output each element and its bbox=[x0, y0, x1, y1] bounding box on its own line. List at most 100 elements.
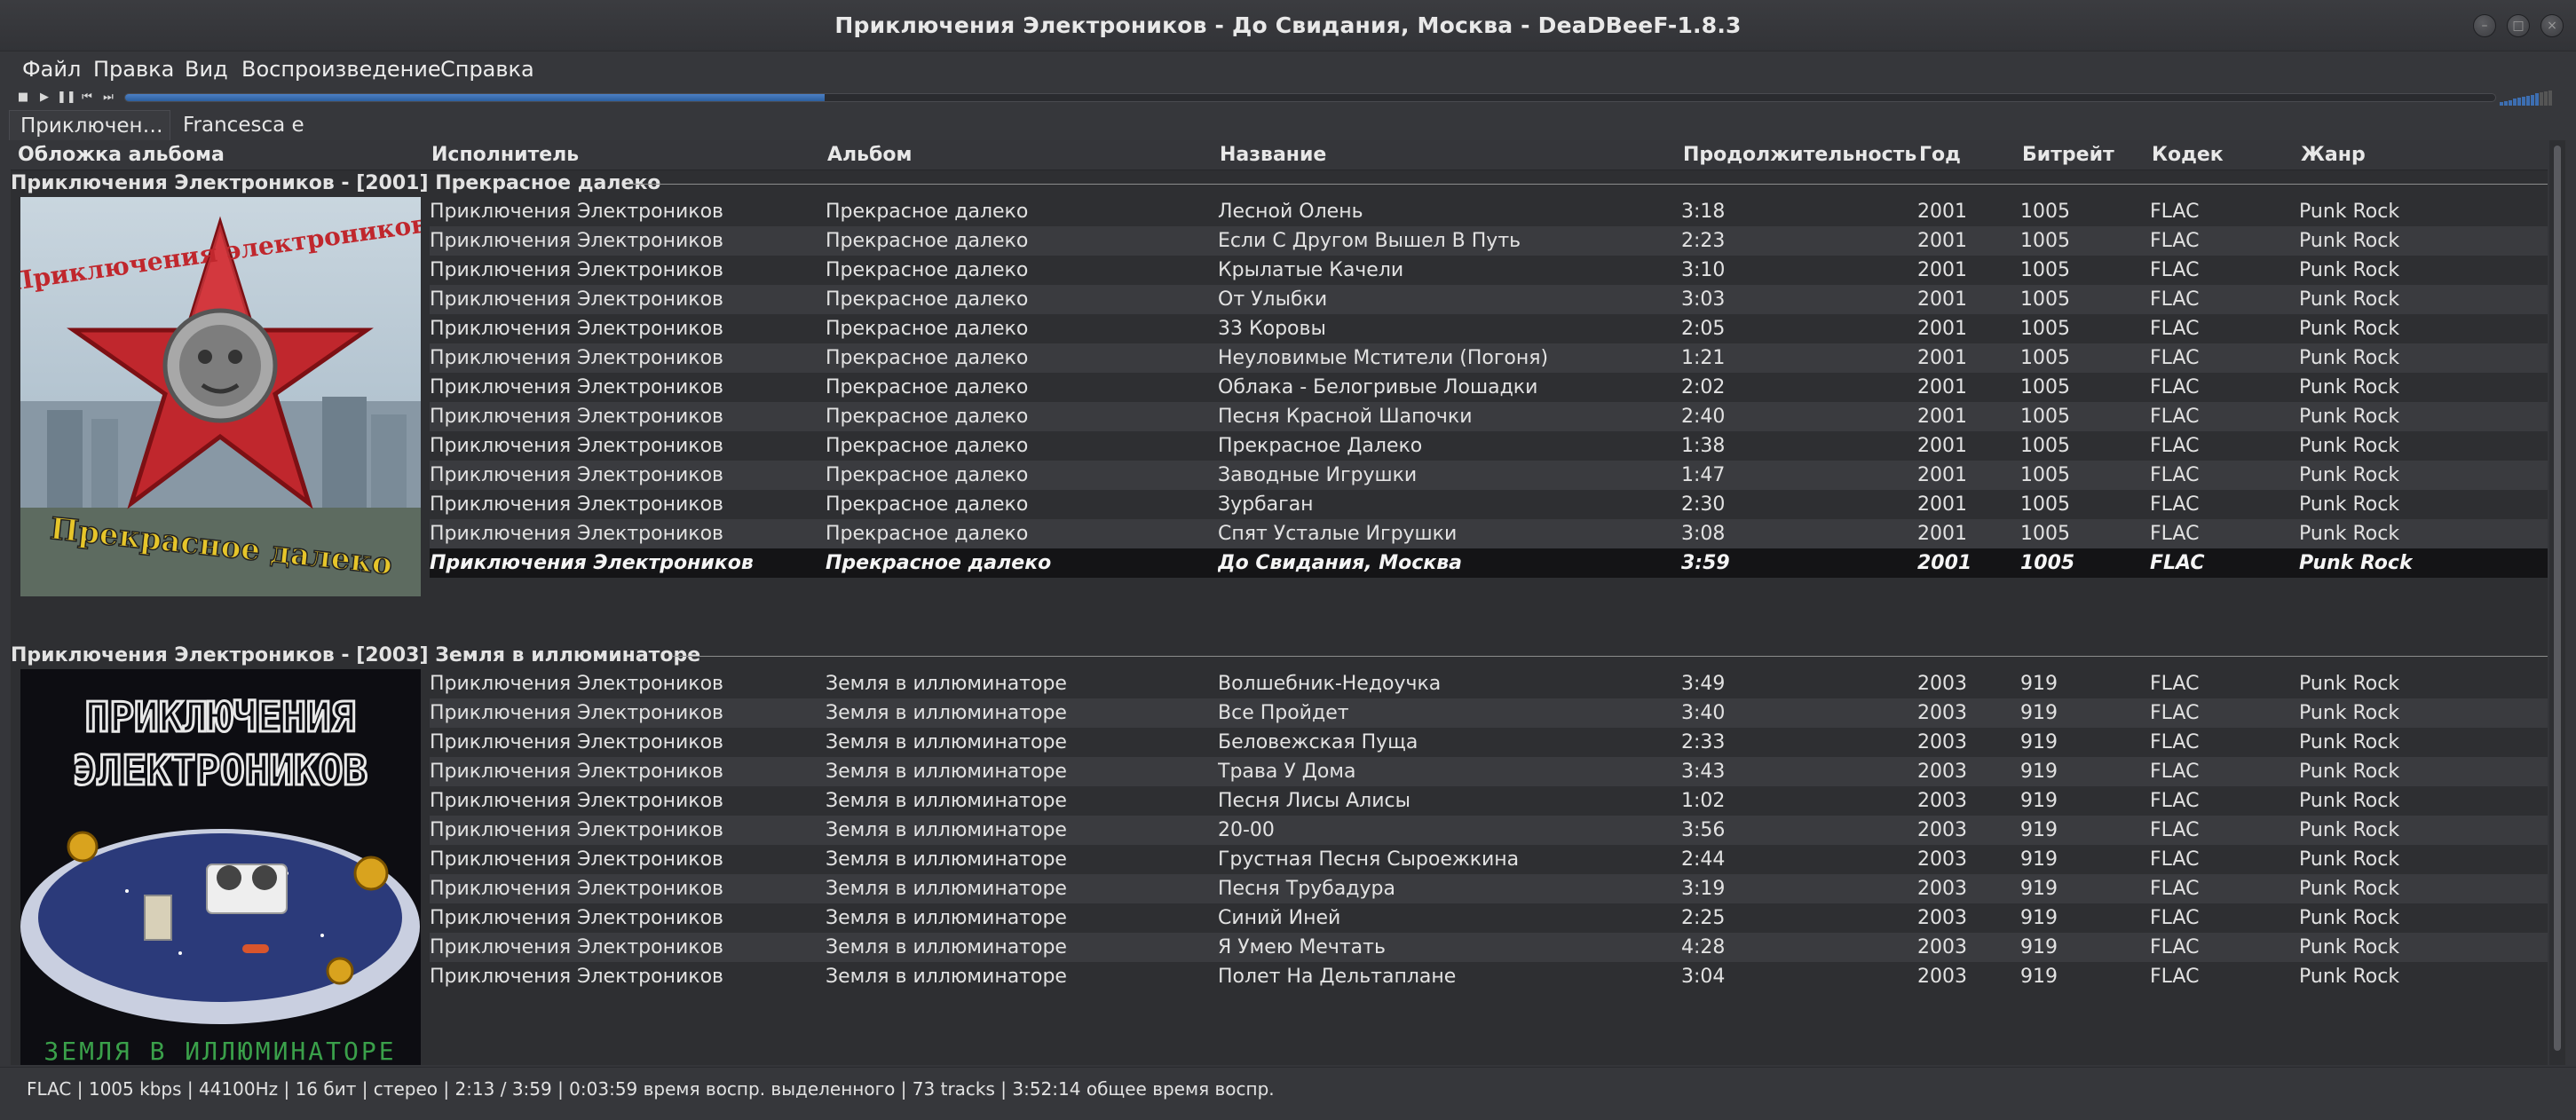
tab-playlist-2[interactable]: Francesca e … bbox=[172, 110, 332, 167]
cell-duration: 3:08 bbox=[1681, 523, 1726, 545]
table-row[interactable]: Приключения Электроников Земля в иллюмина… bbox=[430, 962, 2548, 991]
cell-title: До Свидания, Москва bbox=[1218, 552, 1462, 574]
menu-playback[interactable]: Воспроизведение bbox=[241, 51, 441, 87]
play-icon[interactable]: ▶ bbox=[36, 89, 53, 106]
column-header-album[interactable]: Альбом bbox=[827, 140, 913, 170]
cell-title: Волшебник-Недоучка bbox=[1218, 673, 1442, 695]
table-row[interactable]: Приключения Электроников Земля в иллюмина… bbox=[430, 757, 2548, 786]
cell-genre: Punk Rock bbox=[2299, 966, 2400, 988]
cell-bitrate: 1005 bbox=[2020, 318, 2070, 340]
cell-album: Прекрасное далеко bbox=[826, 288, 1029, 311]
column-header-year[interactable]: Год bbox=[1919, 140, 1961, 170]
column-header-title[interactable]: Название bbox=[1220, 140, 1326, 170]
table-row[interactable]: Приключения Электроников Земля в иллюмина… bbox=[430, 698, 2548, 728]
scrollbar-thumb[interactable] bbox=[2554, 146, 2561, 1051]
cell-year: 2001 bbox=[1917, 406, 1967, 428]
cell-album: Прекрасное далеко bbox=[826, 201, 1029, 223]
table-row[interactable]: Приключения Электроников Прекрасное далек… bbox=[430, 314, 2548, 343]
volume-bar[interactable] bbox=[2500, 90, 2555, 106]
volume-bar-segment bbox=[2522, 97, 2525, 106]
cell-codec: FLAC bbox=[2150, 731, 2200, 753]
cell-genre: Punk Rock bbox=[2299, 702, 2400, 724]
cell-genre: Punk Rock bbox=[2299, 673, 2400, 695]
cell-title: Синий Иней bbox=[1218, 907, 1341, 929]
cell-duration: 2:33 bbox=[1681, 731, 1726, 753]
next-icon[interactable]: ⏭ bbox=[99, 89, 117, 106]
table-row[interactable]: Приключения Электроников Прекрасное далек… bbox=[430, 461, 2548, 490]
table-row[interactable]: Приключения Электроников Прекрасное далек… bbox=[430, 373, 2548, 402]
cell-album: Земля в иллюминаторе bbox=[826, 966, 1067, 988]
table-row[interactable]: Приключения Электроников Земля в иллюмина… bbox=[430, 933, 2548, 962]
column-header-duration[interactable]: Продолжительность bbox=[1683, 140, 1916, 170]
cell-genre: Punk Rock bbox=[2299, 848, 2400, 871]
cell-bitrate: 919 bbox=[2020, 907, 2058, 929]
maximize-button[interactable]: □ bbox=[2507, 14, 2530, 37]
menu-bar: Файл Правка Вид Воспроизведение Справка bbox=[0, 51, 2576, 87]
minimize-button[interactable]: – bbox=[2473, 14, 2496, 37]
cell-codec: FLAC bbox=[2150, 493, 2200, 516]
cell-artist: Приключения Электроников bbox=[430, 878, 723, 900]
cell-year: 2001 bbox=[1917, 435, 1967, 457]
table-row[interactable]: Приключения Электроников Земля в иллюмина… bbox=[430, 903, 2548, 933]
tab-playlist-1[interactable]: Приключен… bbox=[9, 110, 170, 140]
table-row[interactable]: Приключения Электроников Земля в иллюмина… bbox=[430, 786, 2548, 816]
table-row[interactable]: Приключения Электроников Прекрасное далек… bbox=[430, 256, 2548, 285]
volume-bar-segment bbox=[2509, 99, 2512, 106]
column-header-genre[interactable]: Жанр bbox=[2301, 140, 2366, 170]
cell-genre: Punk Rock bbox=[2299, 523, 2400, 545]
column-header-bitrate[interactable]: Битрейт bbox=[2022, 140, 2114, 170]
cell-album: Земля в иллюминаторе bbox=[826, 819, 1067, 841]
playlist-view[interactable]: Обложка альбома Исполнитель Альбом Назва… bbox=[11, 140, 2548, 1065]
table-row[interactable]: Приключения Электроников Прекрасное далек… bbox=[430, 519, 2548, 548]
cell-artist: Приключения Электроников bbox=[430, 966, 723, 988]
cell-year: 2001 bbox=[1917, 493, 1967, 516]
playlist-scrollbar[interactable] bbox=[2549, 140, 2565, 1065]
column-header-artist[interactable]: Исполнитель bbox=[431, 140, 579, 170]
seek-bar[interactable] bbox=[124, 93, 2496, 102]
cell-year: 2003 bbox=[1917, 731, 1967, 753]
menu-file[interactable]: Файл bbox=[22, 51, 81, 87]
cell-album: Земля в иллюминаторе bbox=[826, 790, 1067, 812]
cell-bitrate: 919 bbox=[2020, 878, 2058, 900]
column-header-album-art[interactable]: Обложка альбома bbox=[18, 140, 225, 170]
album-art-1: Приключения электроников Прекрасное дале… bbox=[20, 197, 421, 596]
cell-duration: 2:25 bbox=[1681, 907, 1726, 929]
table-row[interactable]: Приключения Электроников Прекрасное далек… bbox=[430, 402, 2548, 431]
table-row[interactable]: Приключения Электроников Земля в иллюмина… bbox=[430, 845, 2548, 874]
stop-icon[interactable]: ■ bbox=[14, 89, 32, 106]
volume-bar-segment bbox=[2548, 90, 2552, 106]
menu-help[interactable]: Справка bbox=[440, 51, 534, 87]
table-row-playing[interactable]: Приключения Электроников Прекрасное далек… bbox=[430, 548, 2548, 578]
cell-title: Неуловимые Мстители (Погоня) bbox=[1218, 347, 1549, 369]
cell-genre: Punk Rock bbox=[2299, 259, 2400, 281]
cell-bitrate: 919 bbox=[2020, 790, 2058, 812]
cell-title: Лесной Олень bbox=[1218, 201, 1363, 223]
cell-year: 2001 bbox=[1917, 523, 1967, 545]
table-row[interactable]: Приключения Электроников Прекрасное далек… bbox=[430, 285, 2548, 314]
title-bar[interactable]: Приключения Электроников - До Свидания, … bbox=[0, 0, 2576, 51]
cell-genre: Punk Rock bbox=[2299, 936, 2400, 958]
menu-edit[interactable]: Правка bbox=[93, 51, 174, 87]
table-row[interactable]: Приключения Электроников Земля в иллюмина… bbox=[430, 669, 2548, 698]
table-row[interactable]: Приключения Электроников Прекрасное далек… bbox=[430, 343, 2548, 373]
table-row[interactable]: Приключения Электроников Земля в иллюмина… bbox=[430, 874, 2548, 903]
previous-icon[interactable]: ⏮ bbox=[78, 89, 96, 106]
table-row[interactable]: Приключения Электроников Прекрасное далек… bbox=[430, 431, 2548, 461]
table-row[interactable]: Приключения Электроников Прекрасное далек… bbox=[430, 490, 2548, 519]
pause-icon[interactable]: ❚❚ bbox=[57, 89, 76, 106]
table-row[interactable]: Приключения Электроников Земля в иллюмина… bbox=[430, 816, 2548, 845]
column-header-codec[interactable]: Кодек bbox=[2152, 140, 2224, 170]
cell-artist: Приключения Электроников bbox=[430, 318, 723, 340]
cell-title: Прекрасное Далеко bbox=[1218, 435, 1423, 457]
group-divider bbox=[672, 656, 2548, 657]
volume-bar-segment bbox=[2526, 95, 2530, 106]
close-button[interactable]: × bbox=[2540, 14, 2564, 37]
table-row[interactable]: Приключения Электроников Земля в иллюмина… bbox=[430, 728, 2548, 757]
cell-title: Заводные Игрушки bbox=[1218, 464, 1418, 486]
table-row[interactable]: Приключения Электроников Прекрасное далек… bbox=[430, 226, 2548, 256]
cell-genre: Punk Rock bbox=[2299, 878, 2400, 900]
menu-view[interactable]: Вид bbox=[185, 51, 228, 87]
cell-codec: FLAC bbox=[2150, 201, 2200, 223]
table-row[interactable]: Приключения Электроников Прекрасное далек… bbox=[430, 197, 2548, 226]
cell-codec: FLAC bbox=[2150, 673, 2200, 695]
